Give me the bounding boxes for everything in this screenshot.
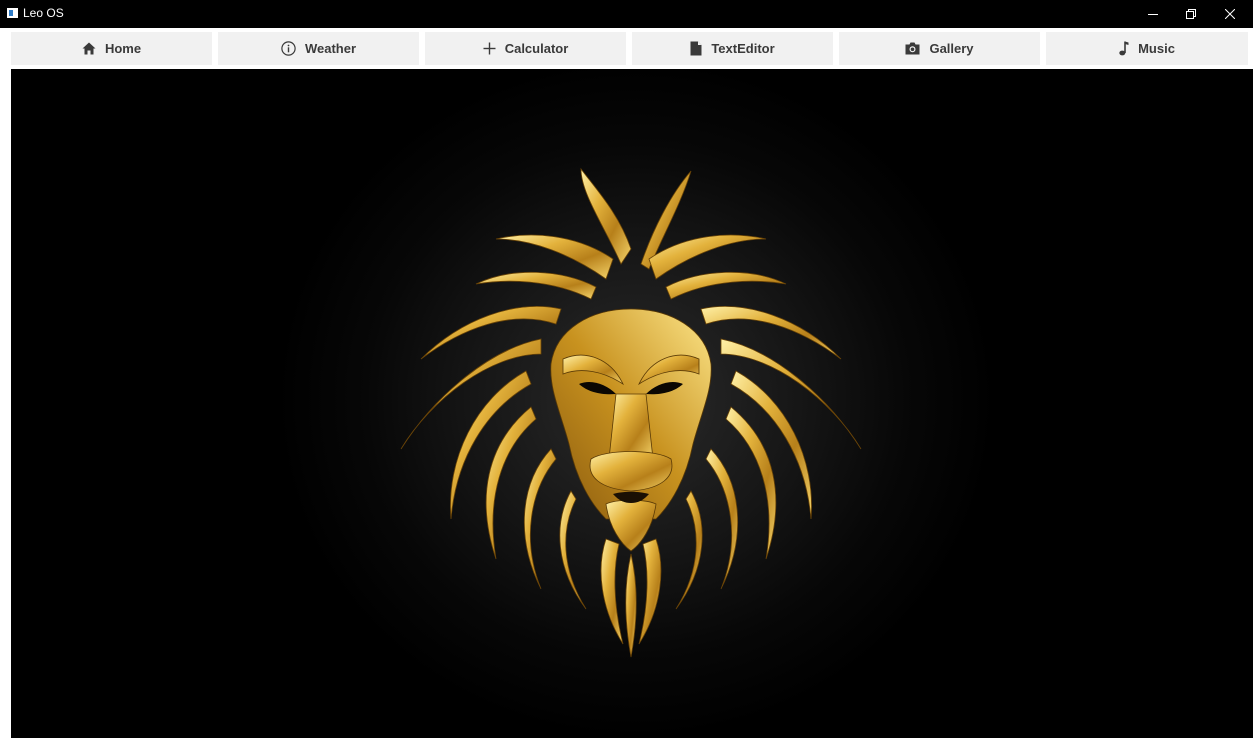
tab-music[interactable]: Music (1046, 32, 1248, 65)
tab-gallery[interactable]: Gallery (839, 32, 1040, 65)
tab-home[interactable]: Home (11, 32, 212, 65)
tab-label: Music (1138, 41, 1175, 56)
tab-calculator[interactable]: Calculator (425, 32, 626, 65)
tab-bar: Home Weather Calculator TextEditor Galle… (0, 28, 1253, 68)
restore-icon (1186, 9, 1196, 19)
tab-label: Gallery (929, 41, 974, 56)
app-window: Leo OS Home Weather Calculator TextEdito… (0, 0, 1253, 738)
document-icon (690, 41, 702, 56)
tab-weather[interactable]: Weather (218, 32, 419, 65)
close-button[interactable] (1210, 0, 1250, 28)
minimize-icon (1148, 9, 1158, 19)
minimize-button[interactable] (1133, 0, 1173, 28)
lion-emblem (391, 159, 871, 659)
tab-label: Calculator (504, 41, 569, 56)
music-note-icon (1119, 41, 1129, 56)
tab-label: Home (104, 41, 142, 56)
tab-label: TextEditor (711, 41, 775, 56)
plus-icon (483, 42, 496, 55)
home-wallpaper (11, 69, 1253, 738)
tab-texteditor[interactable]: TextEditor (632, 32, 833, 65)
app-icon (7, 8, 18, 18)
camera-icon (905, 42, 920, 55)
close-icon (1225, 9, 1235, 19)
home-icon (82, 42, 96, 55)
title-bar[interactable]: Leo OS (0, 0, 1253, 28)
restore-button[interactable] (1171, 0, 1211, 28)
window-title: Leo OS (23, 6, 64, 20)
tab-label: Weather (304, 41, 357, 56)
info-icon (281, 41, 296, 56)
